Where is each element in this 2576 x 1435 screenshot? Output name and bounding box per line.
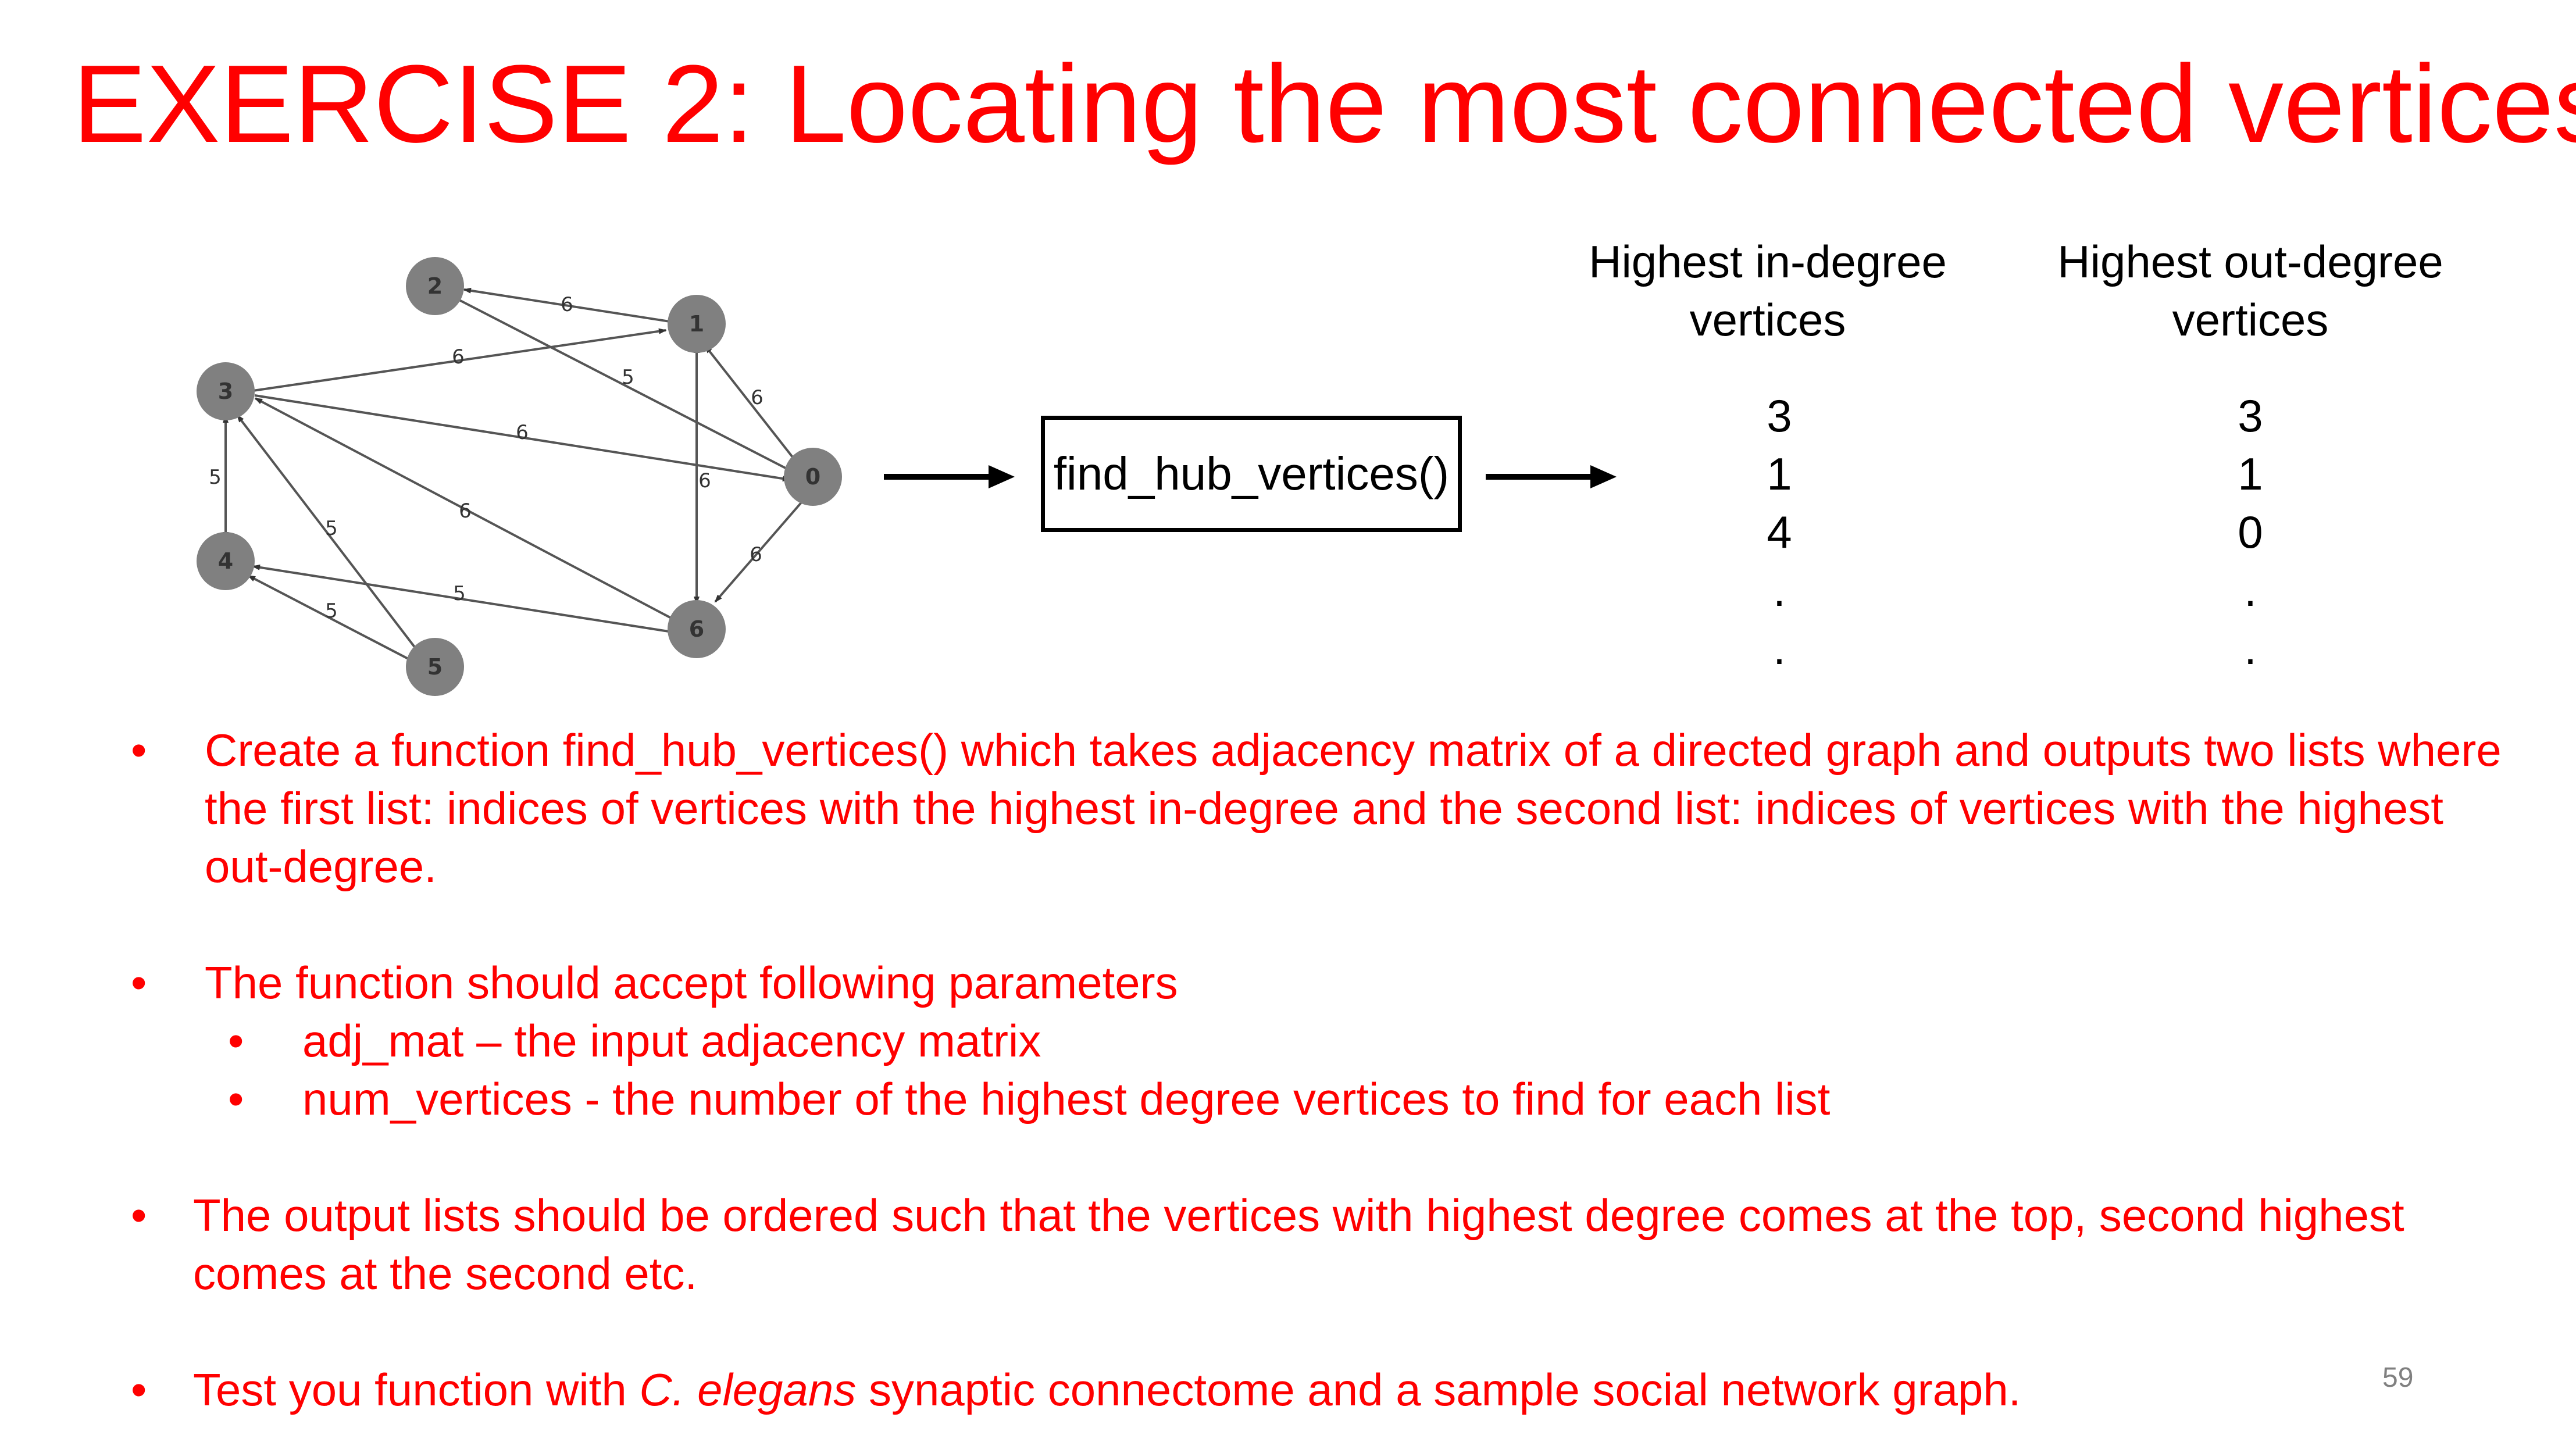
node-label-4: 4 <box>218 548 233 574</box>
second-list-text: second list: indices of vertices with th… <box>1515 783 2443 834</box>
page-number: 59 <box>2382 1362 2414 1393</box>
bullet-1-line-1: Create a function find_hub_vertices() wh… <box>205 724 2502 776</box>
edge-label-1-2: 6 <box>561 293 573 316</box>
edge-label-3-4: 5 <box>209 466 222 489</box>
node-label-0: 0 <box>805 464 820 490</box>
node-label-5: 5 <box>427 654 443 680</box>
node-label-1: 1 <box>689 311 704 337</box>
in-degree-header-line1: Highest in-degree <box>1589 236 1947 287</box>
social-graph-text: sample social network graph <box>1433 1364 2008 1415</box>
species-name: C. elegans <box>639 1364 857 1415</box>
sub-bullet-marker: • <box>228 1073 244 1125</box>
in-degree-value: 1 <box>1767 448 1792 499</box>
in-degree-value: . <box>1773 623 1786 674</box>
sub-bullet-adj-mat: adj_mat – the input adjacency matrix <box>302 1015 1041 1066</box>
out-degree-value: 1 <box>2238 448 2263 499</box>
bullet-1-line-2: the first list: indices of vertices with… <box>205 783 2443 834</box>
bullet-3-line-1: The output lists should be ordered such … <box>193 1190 2404 1241</box>
node-label-2: 2 <box>427 273 443 299</box>
in-degree-header: Highest in-degree vertices <box>1535 233 2000 349</box>
out-degree-header-line1: Highest out-degree <box>2057 236 2443 287</box>
first-list-text: first list: indices of vertices with the… <box>280 783 1339 834</box>
edge-label-0-1: 6 <box>751 386 763 409</box>
node-label-6: 6 <box>689 616 704 642</box>
graph-diagram: 6 6 5 6 6 6 5 5 5 5 6 6 0 1 2 3 4 5 6 <box>197 257 842 696</box>
bullet-marker: • <box>131 957 147 1008</box>
bullet-4-line: Test you function with C. elegans synapt… <box>193 1364 2021 1415</box>
out-degree-value: . <box>2244 565 2257 616</box>
edge-label-5-4: 5 <box>325 599 338 623</box>
out-degree-header-line2: vertices <box>2172 294 2329 345</box>
bullet-2-line: The function should accept following par… <box>205 957 1178 1008</box>
function-name: find_hub_vertices() <box>562 724 949 776</box>
sub-bullet-marker: • <box>228 1015 244 1066</box>
in-degree-header-line2: vertices <box>1689 294 1846 345</box>
arrow-function-to-output <box>1486 465 1617 488</box>
edge-label-6-4: 5 <box>453 582 466 605</box>
in-degree-value: 4 <box>1767 506 1792 558</box>
bullet-list: • Create a function find_hub_vertices() … <box>0 0 2576 1435</box>
bullet-1-line-3: out-degree. <box>205 841 437 892</box>
function-box: find_hub_vertices() <box>1041 416 1462 532</box>
out-degree-header: Highest out-degree vertices <box>2018 233 2483 349</box>
edge-label-2-0: 5 <box>622 366 634 389</box>
in-degree-value: . <box>1773 565 1786 616</box>
bullet-marker: • <box>131 724 147 776</box>
edge-label-1-6: 6 <box>698 469 711 492</box>
bullet-3-line-2: comes at the second etc. <box>193 1248 698 1299</box>
edge-label-3-0: 6 <box>516 421 529 444</box>
bullet-marker: • <box>131 1190 147 1241</box>
out-degree-value: 3 <box>2238 390 2263 441</box>
function-label: find_hub_vertices() <box>1053 448 1450 499</box>
arrow-graph-to-function <box>884 465 1015 488</box>
out-degree-value: 0 <box>2238 506 2263 558</box>
in-degree-value: 3 <box>1767 390 1792 441</box>
sub-bullet-num-vertices: num_vertices - the number of the highest… <box>302 1073 1831 1125</box>
slide-title: EXERCISE 2: Locating the most connected … <box>73 42 2576 166</box>
out-degree-values: 3 1 0 . . <box>2221 387 2279 677</box>
edge-label-3-1: 6 <box>452 345 465 369</box>
edge-label-0-6: 6 <box>750 543 762 566</box>
bullet-marker: • <box>131 1364 147 1415</box>
in-degree-values: 3 1 4 . . <box>1750 387 1808 677</box>
edge-label-6-3: 6 <box>459 499 472 523</box>
out-degree-value: . <box>2244 623 2257 674</box>
edge-label-5-3: 5 <box>325 517 338 540</box>
node-label-3: 3 <box>218 379 233 404</box>
